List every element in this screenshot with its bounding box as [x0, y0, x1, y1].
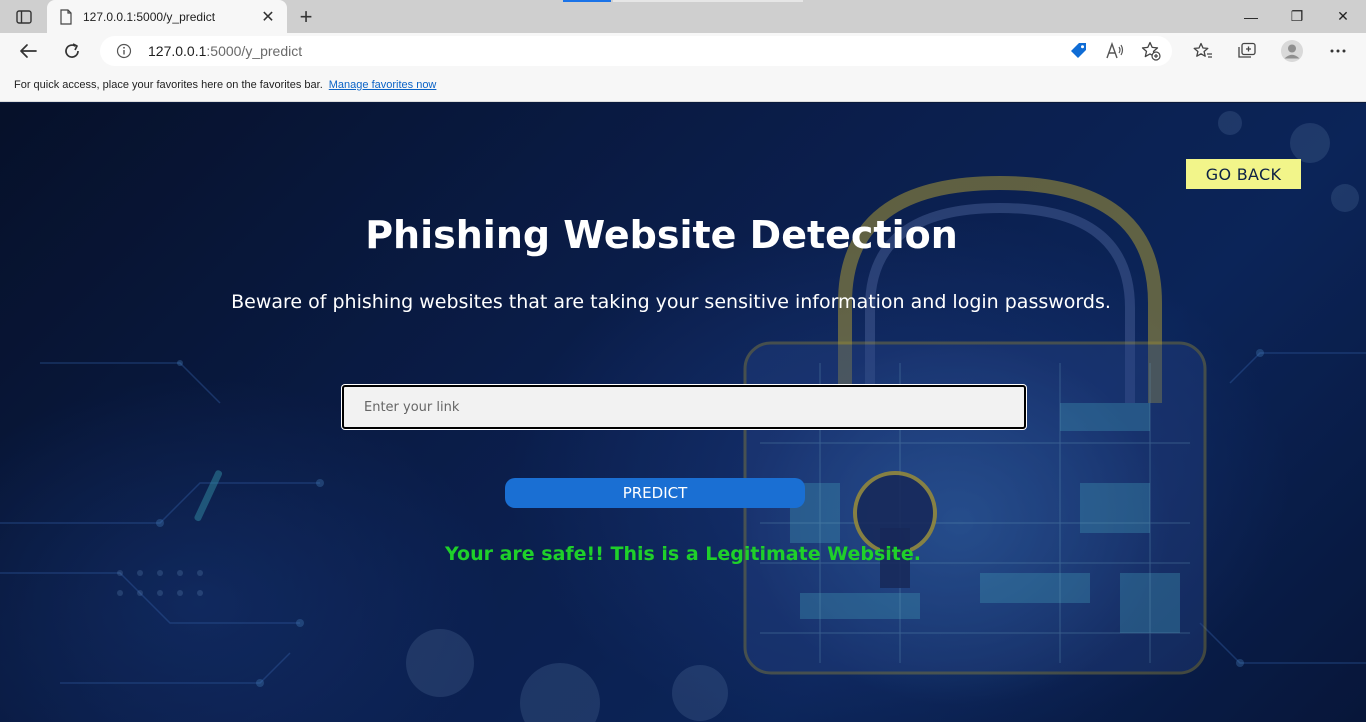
read-aloud-icon	[1106, 42, 1124, 59]
favorites-bar-message: For quick access, place your favorites h…	[14, 79, 323, 91]
tab-close-icon[interactable]: ✕	[259, 8, 277, 26]
more-options-button[interactable]	[1323, 37, 1353, 65]
profile-button[interactable]	[1277, 37, 1307, 65]
add-favorite-button[interactable]	[1140, 40, 1162, 62]
favorites-list-icon	[1193, 42, 1212, 58]
manage-favorites-link[interactable]: Manage favorites now	[329, 79, 437, 91]
refresh-button[interactable]	[57, 37, 87, 65]
close-window-button[interactable]: ✕	[1320, 0, 1366, 33]
address-bar[interactable]: 127.0.0.1:5000/y_predict	[100, 36, 1172, 66]
avatar	[1281, 40, 1303, 62]
predict-button[interactable]: PREDICT	[505, 478, 805, 508]
info-icon[interactable]	[116, 43, 132, 59]
page-title: Phishing Website Detection	[365, 213, 958, 257]
page-subtitle: Beware of phishing websites that are tak…	[231, 291, 1111, 313]
collections-icon	[1238, 42, 1256, 58]
new-tab-button[interactable]: +	[293, 4, 319, 30]
browser-tab-strip: 127.0.0.1:5000/y_predict ✕ + — ❐ ✕	[0, 0, 1366, 33]
refresh-icon	[65, 43, 79, 58]
read-aloud-button[interactable]	[1104, 40, 1126, 62]
go-back-button[interactable]: GO BACK	[1186, 159, 1301, 189]
page-content: GO BACK Phishing Website Detection Bewar…	[0, 103, 1366, 722]
url-host: 127.0.0.1	[148, 43, 207, 59]
minimize-button[interactable]: —	[1228, 0, 1274, 33]
favorites-bar: For quick access, place your favorites h…	[0, 69, 1366, 102]
restore-button[interactable]: ❐	[1274, 0, 1320, 33]
shopping-tag-button[interactable]	[1068, 40, 1090, 62]
favorites-button[interactable]	[1188, 37, 1218, 65]
loading-track	[613, 0, 803, 2]
tab-actions-button[interactable]	[8, 6, 40, 28]
link-input[interactable]	[342, 385, 1026, 429]
tab-title: 127.0.0.1:5000/y_predict	[83, 9, 216, 24]
prediction-result: Your are safe!! This is a Legitimate Web…	[445, 543, 921, 565]
ellipsis-icon	[1330, 49, 1346, 53]
tab-actions-icon	[16, 10, 32, 24]
back-button[interactable]	[13, 37, 43, 65]
browser-toolbar: 127.0.0.1:5000/y_predict	[0, 33, 1366, 69]
price-tag-icon	[1071, 43, 1086, 58]
add-favorite-icon	[1141, 41, 1161, 61]
page-icon	[60, 8, 72, 25]
browser-tab[interactable]: 127.0.0.1:5000/y_predict ✕	[47, 0, 287, 33]
back-arrow-icon	[20, 44, 37, 58]
loading-indicator	[563, 0, 611, 2]
collections-button[interactable]	[1232, 37, 1262, 65]
url-path: :5000/y_predict	[206, 43, 303, 59]
